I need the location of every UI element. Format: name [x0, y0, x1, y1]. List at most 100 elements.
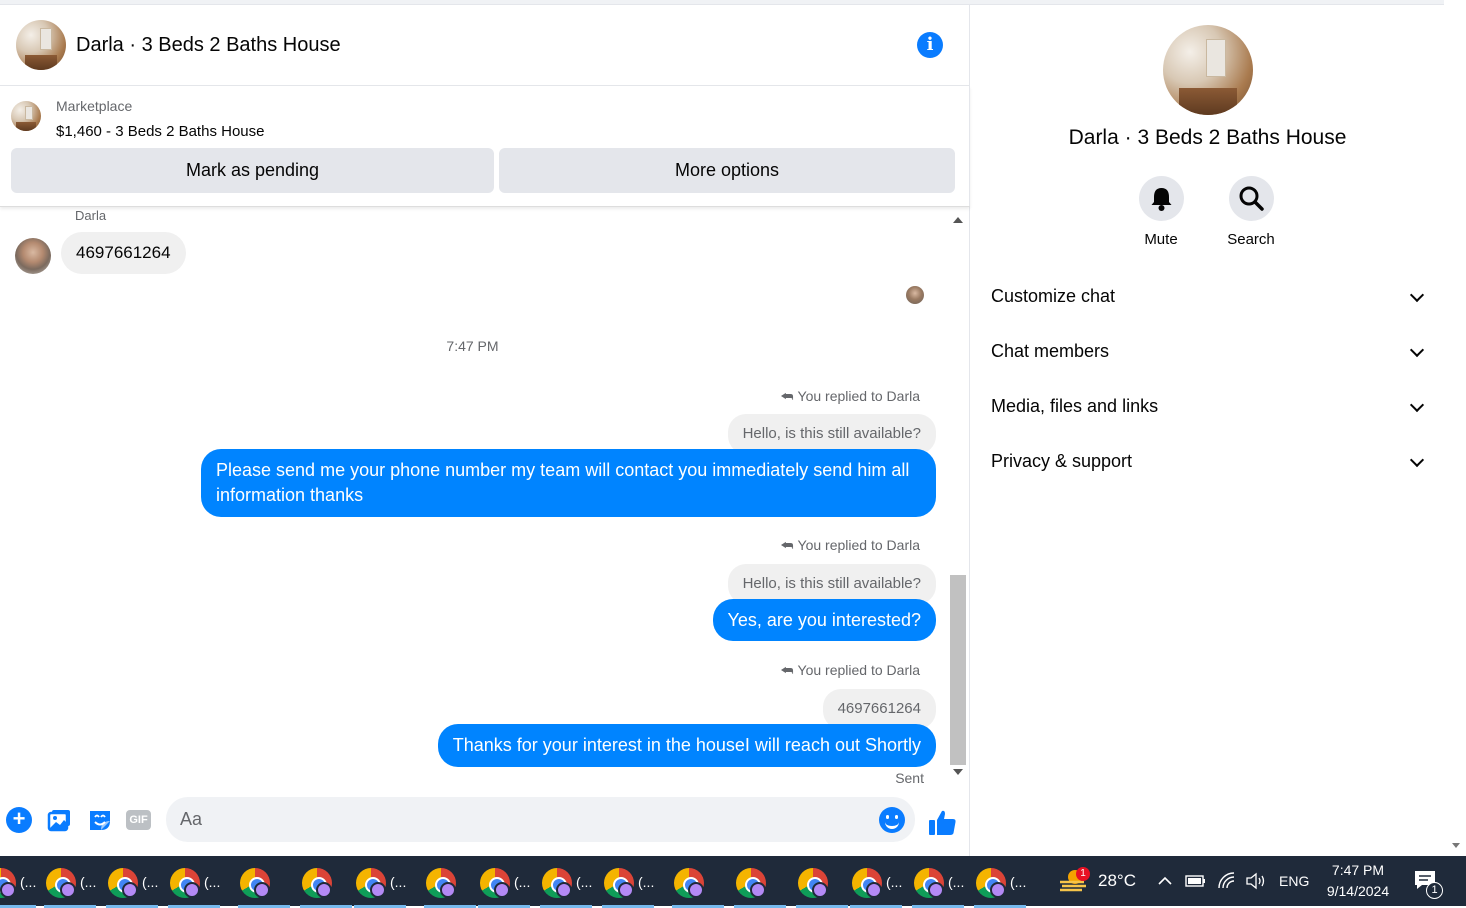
- outgoing-message[interactable]: Thanks for your interest in the houseI w…: [437, 724, 936, 767]
- taskbar-app-chrome[interactable]: (...: [166, 864, 222, 908]
- listing-title[interactable]: $1,460 - 3 Beds 2 Baths House: [56, 123, 264, 140]
- reply-label: ⮪ You replied to Darla: [780, 537, 920, 553]
- scroll-up-arrow-icon[interactable]: [953, 217, 963, 223]
- taskbar-app-chrome[interactable]: (...: [848, 864, 904, 908]
- taskbar-app-label: (...: [886, 874, 903, 890]
- message-input-container: [166, 797, 915, 842]
- message-list: Darla 4697661264 7:47 PM ⮪ You replied to…: [0, 210, 945, 790]
- chat-panel: Darla · 3 Beds 2 Baths House i Marketpla…: [0, 5, 970, 856]
- battery-icon[interactable]: [1185, 873, 1207, 889]
- search-icon: [1228, 176, 1274, 221]
- volume-icon[interactable]: [1245, 871, 1267, 891]
- profile-badge-icon: [618, 882, 634, 898]
- reply-arrow-icon: ⮪: [780, 388, 794, 404]
- sender-name: Darla: [75, 210, 107, 223]
- search-button[interactable]: Search: [1206, 176, 1296, 248]
- taskbar-app-chrome[interactable]: [732, 864, 788, 908]
- taskbar-app-chrome[interactable]: [670, 864, 726, 908]
- section-chat-members[interactable]: Chat members: [991, 331, 1426, 371]
- taskbar-app-chrome[interactable]: (...: [600, 864, 656, 908]
- reply-arrow-icon: ⮪: [780, 537, 794, 553]
- profile-badge-icon: [0, 882, 16, 898]
- profile-badge-icon: [370, 882, 386, 898]
- notification-count-badge: 1: [1426, 882, 1443, 899]
- message-scrollbar[interactable]: [948, 215, 968, 780]
- taskbar-app-chrome[interactable]: (...: [0, 864, 38, 908]
- quoted-message[interactable]: Hello, is this still available?: [727, 414, 936, 454]
- marketplace-banner: Marketplace $1,460 - 3 Beds 2 Baths Hous…: [0, 86, 970, 207]
- scroll-down-arrow-icon[interactable]: [1452, 843, 1460, 848]
- profile-badge-icon: [60, 882, 76, 898]
- profile-badge-icon: [184, 882, 200, 898]
- emoji-icon[interactable]: [879, 807, 905, 833]
- more-options-button[interactable]: More options: [499, 148, 955, 193]
- wifi-icon[interactable]: [1217, 871, 1237, 891]
- chevron-down-icon: [1409, 287, 1425, 303]
- taskbar-app-chrome[interactable]: (...: [476, 864, 532, 908]
- mark-as-pending-button[interactable]: Mark as pending: [11, 148, 494, 193]
- reply-label: ⮪ You replied to Darla: [780, 662, 920, 678]
- outgoing-message[interactable]: Please send me your phone number my team…: [201, 449, 936, 517]
- thumbs-up-icon[interactable]: [928, 808, 958, 838]
- taskbar-app-chrome[interactable]: (...: [538, 864, 594, 908]
- profile-badge-icon: [812, 882, 828, 898]
- taskbar-app-chrome[interactable]: (...: [352, 864, 408, 908]
- profile-badge-icon: [928, 882, 944, 898]
- chevron-up-icon[interactable]: [1157, 873, 1173, 889]
- photo-icon[interactable]: [47, 807, 73, 833]
- chat-avatar[interactable]: [16, 20, 66, 70]
- gif-icon[interactable]: GIF: [126, 810, 151, 830]
- section-customize-chat[interactable]: Customize chat: [991, 276, 1426, 316]
- mute-label: Mute: [1144, 231, 1178, 248]
- chevron-down-icon: [1409, 342, 1425, 358]
- taskbar-app-chrome[interactable]: [422, 864, 478, 908]
- taskbar-app-chrome[interactable]: [236, 864, 292, 908]
- taskbar-app-label: (...: [576, 874, 593, 890]
- section-privacy-support[interactable]: Privacy & support: [991, 441, 1426, 481]
- taskbar-app-label: (...: [20, 874, 37, 890]
- windows-taskbar: (... (... (... (... (... (... (... (... (... (...…: [0, 856, 1466, 908]
- plus-icon[interactable]: +: [6, 807, 32, 833]
- taskbar-app-label: (...: [514, 874, 531, 890]
- taskbar-app-label: (...: [948, 874, 965, 890]
- details-title: Darla · 3 Beds 2 Baths House: [1068, 126, 1347, 149]
- scroll-down-arrow-icon[interactable]: [953, 769, 963, 775]
- system-clock[interactable]: 7:47 PM 9/14/2024: [1318, 860, 1398, 902]
- taskbar-app-chrome[interactable]: [794, 864, 850, 908]
- clock-time: 7:47 PM: [1331, 862, 1385, 878]
- listing-thumbnail[interactable]: [11, 101, 41, 131]
- scrollbar-thumb[interactable]: [950, 575, 966, 765]
- profile-avatar[interactable]: [1163, 25, 1253, 115]
- message-timestamp: 7:47 PM: [446, 338, 499, 354]
- chat-title[interactable]: Darla · 3 Beds 2 Baths House: [76, 34, 341, 57]
- taskbar-app-chrome[interactable]: [298, 864, 354, 908]
- language-indicator[interactable]: ENG: [1279, 856, 1309, 906]
- profile-badge-icon: [440, 882, 456, 898]
- message-composer: + GIF: [0, 790, 970, 856]
- quoted-message[interactable]: Hello, is this still available?: [727, 564, 936, 604]
- mute-button[interactable]: Mute: [1116, 176, 1206, 248]
- taskbar-app-label: (...: [390, 874, 407, 890]
- taskbar-app-label: (...: [142, 874, 159, 890]
- taskbar-app-chrome[interactable]: (...: [910, 864, 966, 908]
- quoted-message[interactable]: 4697661264: [822, 689, 936, 729]
- taskbar-app-label: (...: [1010, 874, 1027, 890]
- taskbar-app-chrome[interactable]: (...: [104, 864, 160, 908]
- message-status: Sent: [895, 770, 924, 786]
- taskbar-app-label: (...: [204, 874, 221, 890]
- taskbar-app-chrome[interactable]: (...: [42, 864, 98, 908]
- section-media-files-links[interactable]: Media, files and links: [991, 386, 1426, 426]
- outgoing-message[interactable]: Yes, are you interested?: [712, 599, 936, 641]
- incoming-message[interactable]: 4697661264: [61, 232, 186, 274]
- profile-badge-icon: [866, 882, 882, 898]
- profile-badge-icon: [750, 882, 766, 898]
- page-scrollbar[interactable]: [1444, 0, 1466, 856]
- temperature[interactable]: 28°C: [1098, 856, 1136, 906]
- taskbar-app-chrome[interactable]: (...: [972, 864, 1028, 908]
- sender-avatar[interactable]: [15, 238, 51, 274]
- message-input[interactable]: [180, 797, 870, 842]
- conversation-details-panel: Darla · 3 Beds 2 Baths House Mute Search…: [971, 5, 1444, 856]
- sticker-icon[interactable]: [87, 807, 113, 833]
- info-icon[interactable]: i: [917, 32, 943, 58]
- search-label: Search: [1227, 231, 1275, 248]
